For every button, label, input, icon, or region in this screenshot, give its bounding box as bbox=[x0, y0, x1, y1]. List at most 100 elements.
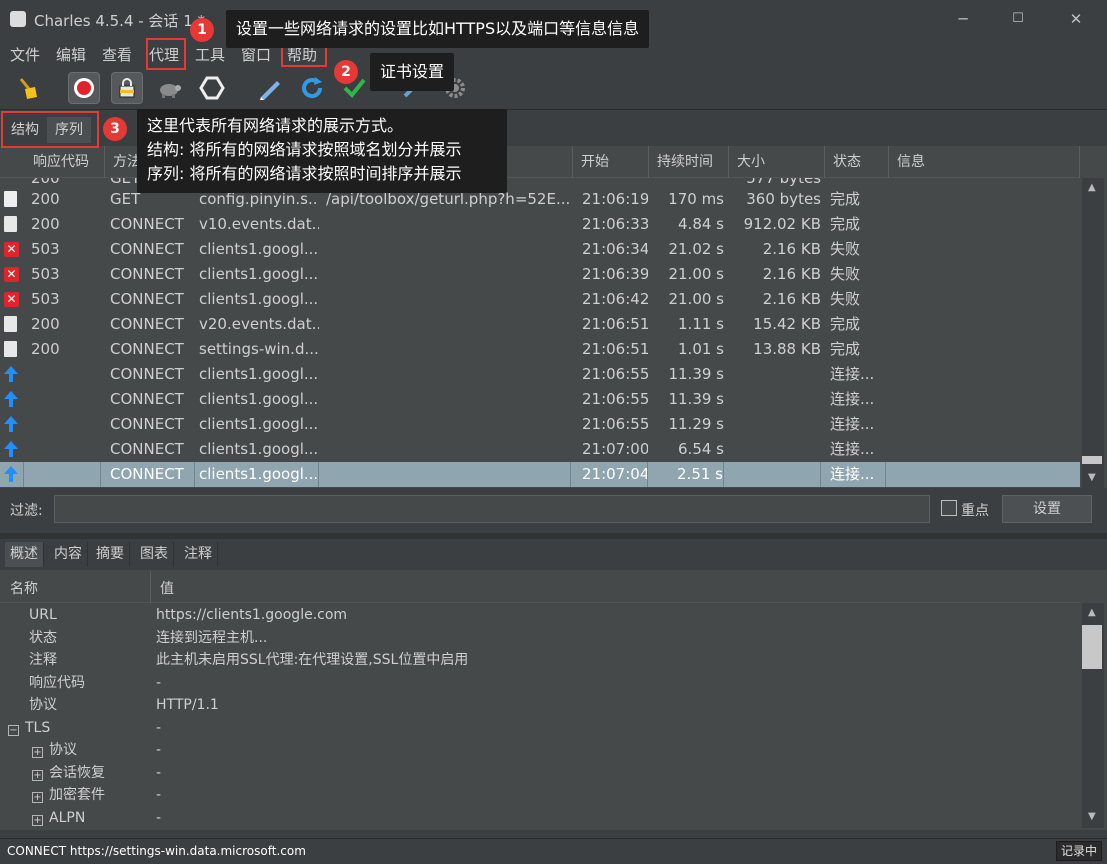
overview-name: 状态 bbox=[29, 629, 57, 646]
expand-toggle-icon[interactable]: + bbox=[32, 814, 43, 826]
overview-row[interactable]: 协议 HTTP/1.1 bbox=[0, 694, 1080, 717]
filter-settings-button[interactable]: 设置 bbox=[1002, 495, 1092, 523]
table-row[interactable]: CONNECT clients1.googl... 21:06:55 11.29 s 连… bbox=[0, 412, 1080, 437]
tab-summary[interactable]: 摘要 bbox=[91, 542, 130, 567]
overview-name: + 会话恢复 bbox=[32, 764, 105, 781]
expand-toggle-icon[interactable]: + bbox=[32, 769, 43, 781]
expand-toggle-icon[interactable]: + bbox=[32, 747, 43, 758]
expand-toggle-icon[interactable]: + bbox=[32, 792, 43, 803]
col-status[interactable]: 状态 bbox=[825, 146, 889, 178]
table-row[interactable]: 200 CONNECT v10.events.dat... 21:06:33 4.84 … bbox=[0, 212, 1080, 237]
tab-notes[interactable]: 注释 bbox=[179, 542, 218, 567]
cell-duration: 11.39 s bbox=[668, 390, 724, 408]
overview-scrollbar[interactable]: ▲ ▼ bbox=[1082, 603, 1104, 828]
cell-size bbox=[735, 437, 821, 462]
cell-size: 15.42 KB bbox=[753, 315, 821, 333]
col-start[interactable]: 开始 bbox=[573, 146, 649, 178]
cell-status: 完成 bbox=[830, 215, 861, 233]
cell-path bbox=[326, 212, 571, 237]
record-icon[interactable] bbox=[68, 72, 100, 104]
cell-method: CONNECT bbox=[110, 215, 184, 233]
cell-duration: 2.51 s bbox=[656, 462, 724, 487]
overview-value: - bbox=[156, 742, 162, 758]
tab-overview[interactable]: 概述 bbox=[5, 542, 44, 567]
menu-file[interactable]: 文件 bbox=[10, 44, 40, 65]
cell-size: 912.02 KB bbox=[743, 215, 821, 233]
throttle-turtle-icon[interactable] bbox=[153, 72, 185, 104]
ssl-lock-icon[interactable] bbox=[111, 72, 143, 104]
cell-start: 21:06:33 bbox=[582, 215, 648, 233]
minimize-button[interactable]: ─ bbox=[948, 8, 978, 30]
maximize-button[interactable]: ☐ bbox=[1003, 8, 1033, 30]
table-row[interactable]: ✕ 503 CONNECT clients1.googl... 21:06:34 21.0… bbox=[0, 237, 1080, 262]
overview-row[interactable]: URL https://clients1.google.com bbox=[0, 604, 1080, 627]
cell-code bbox=[31, 412, 101, 437]
menu-view[interactable]: 查看 bbox=[102, 44, 132, 65]
window-title: Charles 4.5.4 - 会话 1 * bbox=[34, 12, 206, 30]
cell-duration: 11.39 s bbox=[668, 365, 724, 383]
overview-row[interactable]: − TLS - bbox=[0, 717, 1080, 740]
menu-edit[interactable]: 编辑 bbox=[56, 44, 86, 65]
breakpoint-hexagon-icon[interactable] bbox=[196, 72, 228, 104]
cell-host: clients1.googl... bbox=[199, 265, 319, 283]
overview-value: - bbox=[156, 764, 162, 781]
compose-pen-icon[interactable] bbox=[254, 72, 286, 104]
cell-start: 21:06:55 bbox=[582, 390, 648, 408]
table-row[interactable]: 200 CONNECT settings-win.d... 21:06:51 1.01 … bbox=[0, 337, 1080, 362]
status-text: CONNECT https://settings-win.data.micros… bbox=[7, 844, 306, 858]
overview-row[interactable]: + 协议 - bbox=[0, 739, 1080, 762]
table-row[interactable]: CONNECT clients1.googl... 21:07:04 2.51 s 连接… bbox=[0, 462, 1080, 487]
table-row[interactable]: ✕ 503 CONNECT clients1.googl... 21:06:39 21.0… bbox=[0, 262, 1080, 287]
overview-value: - bbox=[156, 719, 162, 736]
menu-tools[interactable]: 工具 bbox=[195, 44, 225, 65]
locked-document-icon bbox=[4, 216, 17, 232]
cell-status: 失败 bbox=[830, 240, 861, 258]
annotation-badge-3: 3 bbox=[103, 117, 127, 141]
table-row[interactable]: CONNECT clients1.googl... 21:06:55 11.39 s 连… bbox=[0, 387, 1080, 412]
cell-path bbox=[326, 337, 571, 362]
cell-duration: 21.00 s bbox=[668, 265, 724, 283]
overview-row[interactable]: 响应代码 - bbox=[0, 672, 1080, 695]
cell-code: 200 bbox=[31, 190, 60, 208]
cell-start: 21:07:00 bbox=[582, 440, 648, 458]
cell-status: 连接... bbox=[830, 440, 875, 458]
expand-toggle-icon[interactable]: − bbox=[8, 724, 19, 736]
cell-path bbox=[326, 437, 571, 462]
error-icon: ✕ bbox=[4, 292, 19, 307]
error-icon: ✕ bbox=[4, 267, 19, 282]
cell-path bbox=[326, 237, 571, 262]
cell-start: 21:06:39 bbox=[582, 265, 648, 283]
filter-input[interactable] bbox=[54, 495, 930, 523]
cell-path bbox=[326, 262, 571, 287]
table-row[interactable]: 200 CONNECT v20.events.dat... 21:06:51 1.11 … bbox=[0, 312, 1080, 337]
table-row[interactable]: CONNECT clients1.googl... 21:06:55 11.39 s 连… bbox=[0, 362, 1080, 387]
tab-chart[interactable]: 图表 bbox=[135, 542, 174, 567]
overview-value: 此主机未启用SSL代理:在代理设置,SSL位置中启用 bbox=[156, 652, 469, 668]
col-duration[interactable]: 持续时间 bbox=[649, 146, 729, 178]
table-row[interactable]: CONNECT clients1.googl... 21:07:00 6.54 s 连接… bbox=[0, 437, 1080, 462]
focus-checkbox[interactable] bbox=[941, 500, 957, 516]
cell-host: clients1.googl... bbox=[199, 390, 319, 408]
cell-method: CONNECT bbox=[110, 315, 184, 333]
cell-method: CONNECT bbox=[110, 265, 184, 283]
close-button[interactable]: ✕ bbox=[1061, 8, 1091, 30]
overview-row[interactable]: 状态 连接到远程主机... bbox=[0, 627, 1080, 650]
col-info[interactable]: 信息 bbox=[889, 146, 1080, 178]
col-size[interactable]: 大小 bbox=[729, 146, 825, 178]
overview-row[interactable]: + ALPN - bbox=[0, 807, 1080, 830]
recording-badge[interactable]: 记录中 bbox=[1056, 841, 1102, 861]
repeat-refresh-icon[interactable] bbox=[296, 72, 328, 104]
overview-row[interactable]: + 会话恢复 - bbox=[0, 762, 1080, 785]
overview-value: https://clients1.google.com bbox=[156, 607, 348, 623]
tab-contents[interactable]: 内容 bbox=[49, 542, 88, 567]
cell-duration: 6.54 s bbox=[678, 440, 724, 458]
panel-divider[interactable] bbox=[0, 533, 1107, 539]
cell-code: 503 bbox=[31, 265, 60, 283]
overview-row[interactable]: + 加密套件 - bbox=[0, 784, 1080, 807]
overview-name: 协议 bbox=[29, 697, 57, 713]
table-row[interactable]: ✕ 503 CONNECT clients1.googl... 21:06:42 21.0… bbox=[0, 287, 1080, 312]
col-response-code[interactable]: 响应代码 bbox=[25, 146, 105, 178]
table-scrollbar[interactable]: ▲ ▼ bbox=[1082, 178, 1104, 488]
overview-row[interactable]: 注释 此主机未启用SSL代理:在代理设置,SSL位置中启用 bbox=[0, 649, 1080, 672]
broom-clear-icon[interactable] bbox=[12, 72, 44, 104]
